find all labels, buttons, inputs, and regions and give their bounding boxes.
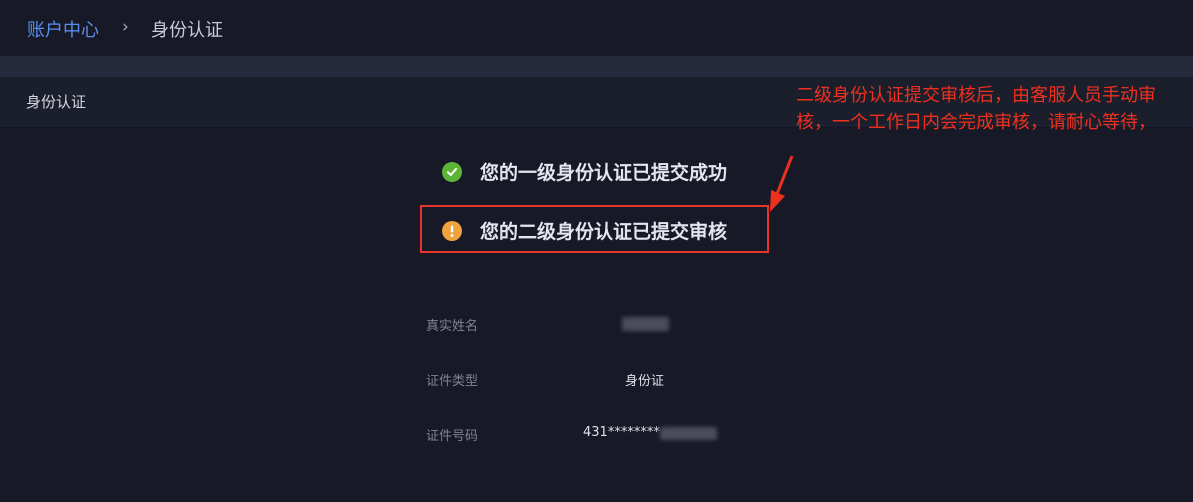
section-title: 身份认证: [26, 93, 87, 111]
id-type-value: 身份证: [625, 374, 665, 389]
breadcrumb: 账户中心 › 身份认证: [0, 0, 1193, 56]
status-level1-text: 您的一级身份认证已提交成功: [480, 162, 728, 184]
real-name-label: 真实姓名: [426, 319, 479, 334]
annotation-arrow: [770, 155, 794, 212]
exclamation-circle-icon: [442, 220, 462, 241]
chevron-right-icon: ›: [122, 17, 129, 37]
annotation-text: 二级身份认证提交审核后，由客服人员手动审核，一个工作日内会完成审核，请耐心等待，: [796, 85, 1156, 133]
status-level2-text: 您的二级身份认证已提交审核: [480, 221, 728, 243]
id-number-label: 证件号码: [426, 429, 479, 444]
breadcrumb-current: 身份认证: [151, 20, 223, 41]
redacted-id-number: [660, 427, 717, 440]
id-number-value: 431********: [583, 425, 660, 440]
header-divider-band: [0, 56, 1193, 77]
status-level1: 您的一级身份认证已提交成功: [442, 158, 727, 185]
redacted-name: [622, 317, 669, 331]
breadcrumb-account-center-link[interactable]: 账户中心: [27, 16, 99, 42]
check-circle-icon: [442, 161, 462, 182]
id-type-label: 证件类型: [426, 374, 479, 389]
status-level2: 您的二级身份认证已提交审核: [442, 217, 727, 244]
